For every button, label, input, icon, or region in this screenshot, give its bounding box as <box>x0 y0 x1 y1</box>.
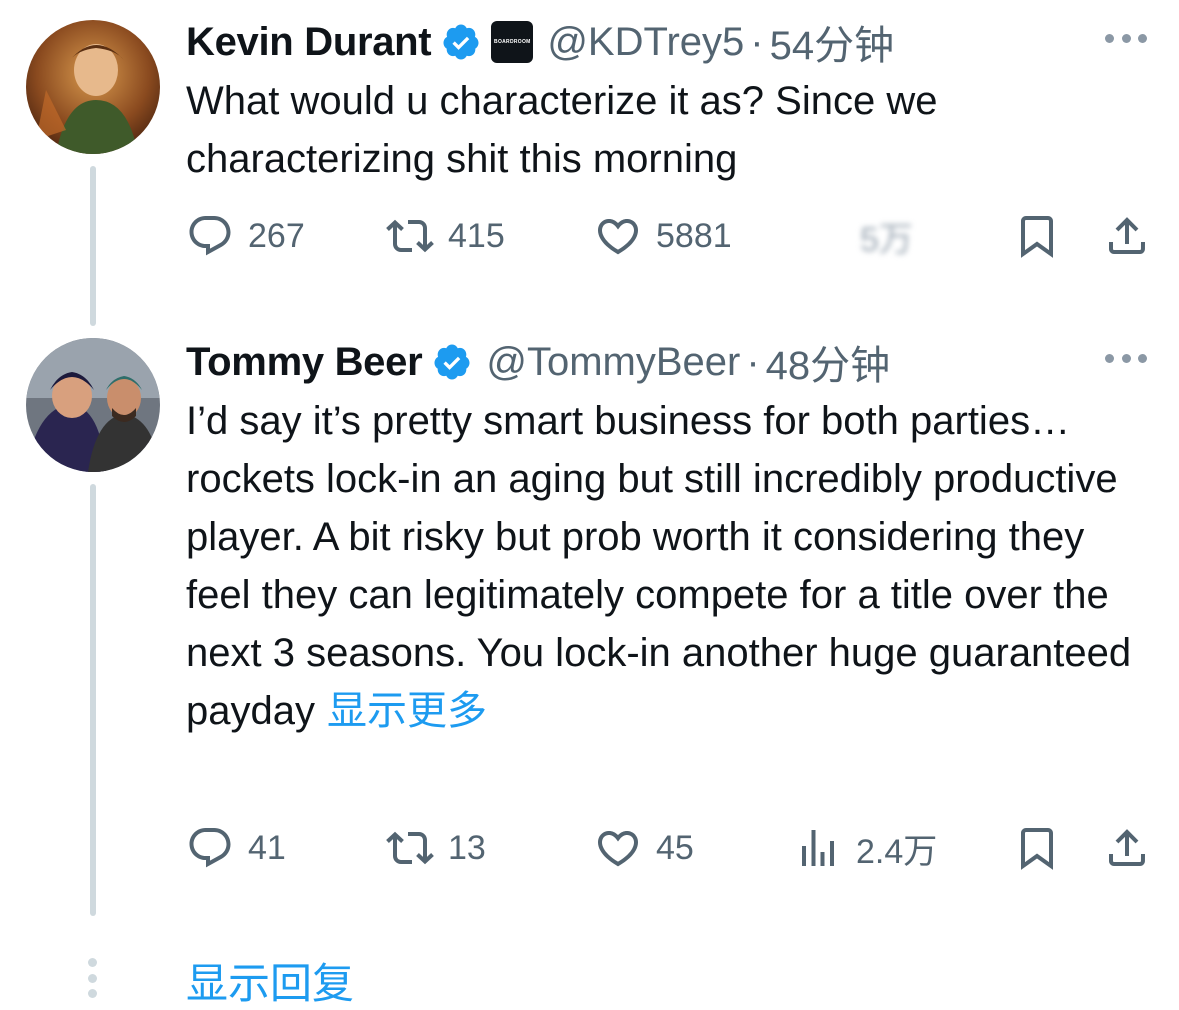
tweet-kevin-durant[interactable]: Kevin Durant BOARDROOM @KDTrey5 · 54分钟 W… <box>0 0 1179 326</box>
tweet-actions: 41 13 45 2.4万 <box>186 820 1151 876</box>
like-icon <box>597 219 639 255</box>
bookmark-button[interactable] <box>1013 820 1061 876</box>
retweet-button[interactable]: 13 <box>386 820 486 876</box>
like-button[interactable]: 5881 <box>594 208 732 264</box>
avatar-image <box>26 20 160 154</box>
bookmark-icon <box>1021 216 1053 258</box>
author-name[interactable]: Kevin Durant <box>186 20 432 65</box>
timestamp[interactable]: 54分钟 <box>770 13 895 71</box>
views-icon <box>802 830 834 866</box>
thread-dots <box>88 958 98 998</box>
bookmark-icon <box>1021 828 1053 870</box>
views-count: 5万 <box>860 220 913 259</box>
show-replies-link[interactable]: 显示回复 <box>186 950 354 1010</box>
like-count: 45 <box>656 828 694 867</box>
author-handle[interactable]: @TommyBeer <box>486 340 740 385</box>
tweet-text-body: What would u characterize it as? Since w… <box>186 79 938 181</box>
avatar[interactable] <box>26 20 160 154</box>
tweet-text: I’d say it’s pretty smart business for b… <box>186 392 1151 740</box>
retweet-icon <box>386 219 434 253</box>
affiliation-badge[interactable]: BOARDROOM <box>491 21 534 63</box>
like-icon <box>597 831 639 867</box>
like-button[interactable]: 45 <box>594 820 694 876</box>
tweet-text-body: I’d say it’s pretty smart business for b… <box>186 399 1132 733</box>
tweet-actions: 267 415 5881 5万 <box>186 208 1151 264</box>
reply-icon <box>189 828 231 868</box>
views-button[interactable]: 2.4万 <box>794 820 937 876</box>
retweet-count: 13 <box>448 828 486 867</box>
reply-button[interactable]: 41 <box>186 820 286 876</box>
verified-icon <box>443 24 479 60</box>
show-more-link[interactable]: 显示更多 <box>327 689 487 733</box>
share-icon <box>1109 829 1145 866</box>
thread-line <box>90 484 96 916</box>
avatar-image <box>26 338 160 472</box>
author-name[interactable]: Tommy Beer <box>186 340 423 385</box>
tweet-header: Kevin Durant BOARDROOM @KDTrey5 · 54分钟 <box>186 14 1151 70</box>
views-count: 2.4万 <box>856 832 938 871</box>
separator: · <box>746 339 760 384</box>
more-icon[interactable] <box>1101 338 1151 378</box>
tweet-text: What would u characterize it as? Since w… <box>186 72 1151 188</box>
bookmark-button[interactable] <box>1013 208 1061 264</box>
tweet-content: Tommy Beer @TommyBeer · 48分钟 I’d say it’… <box>186 334 1151 740</box>
timestamp[interactable]: 48分钟 <box>766 333 891 391</box>
retweet-count: 415 <box>448 216 505 255</box>
tweet-content: Kevin Durant BOARDROOM @KDTrey5 · 54分钟 W… <box>186 14 1151 188</box>
share-icon <box>1109 217 1145 254</box>
retweet-button[interactable]: 415 <box>386 208 505 264</box>
author-handle[interactable]: @KDTrey5 <box>547 20 744 65</box>
retweet-icon <box>386 831 434 865</box>
reply-count: 41 <box>248 828 286 867</box>
reply-button[interactable]: 267 <box>186 208 305 264</box>
share-button[interactable] <box>1103 820 1151 876</box>
views-button[interactable]: 5万 <box>794 208 913 264</box>
avatar[interactable] <box>26 338 160 472</box>
separator: · <box>750 19 764 64</box>
like-count: 5881 <box>656 216 732 255</box>
reply-icon <box>189 216 231 256</box>
thread-line <box>90 166 96 326</box>
verified-icon <box>434 344 470 380</box>
share-button[interactable] <box>1103 208 1151 264</box>
more-icon[interactable] <box>1101 18 1151 58</box>
tweet-header: Tommy Beer @TommyBeer · 48分钟 <box>186 334 1151 390</box>
reply-count: 267 <box>248 216 305 255</box>
show-replies-row[interactable]: 显示回复 <box>0 944 1179 1010</box>
